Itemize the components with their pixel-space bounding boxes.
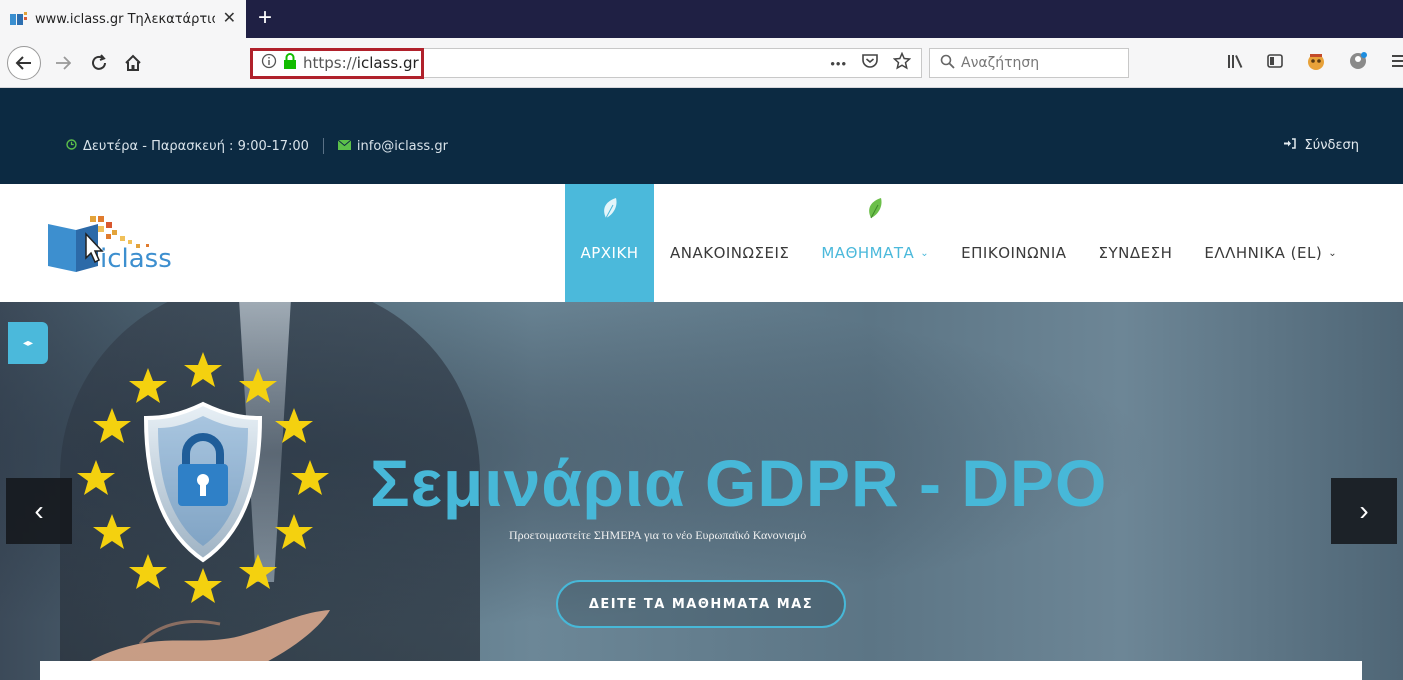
sign-in-icon <box>1284 138 1300 153</box>
browser-toolbar: https://iclass.gr ••• Αναζήτηση <box>0 38 1403 88</box>
library-icon[interactable] <box>1226 52 1244 75</box>
menu-icon[interactable] <box>1390 52 1403 75</box>
slider-next-button[interactable]: › <box>1331 478 1397 544</box>
clock-icon <box>66 139 77 153</box>
lock-icon[interactable] <box>283 52 297 74</box>
menu-label: ΑΝΑΚΟΙΝΩΣΕΙΣ <box>670 244 790 262</box>
forward-arrow-icon[interactable] <box>50 49 76 77</box>
url-text[interactable]: https://iclass.gr <box>303 54 419 72</box>
menu-label: ΜΑΘΗΜΑΤΑ <box>821 244 915 262</box>
menu-item-home[interactable]: ΑΡΧΙΚΗ <box>565 184 654 302</box>
hero-slider: ◂▸ ‹ › Σεμινάρια GDPR - DPO Προετοιμαστε… <box>0 302 1403 680</box>
menu-label: ΣΥΝΔΕΣΗ <box>1098 244 1173 262</box>
tab-title: www.iclass.gr Τηλεκατάρτιση - <box>35 11 215 27</box>
sidebar-icon[interactable] <box>1266 52 1284 75</box>
leaf-icon <box>600 196 620 222</box>
contact-email-link[interactable]: info@iclass.gr <box>357 139 448 154</box>
search-icon <box>940 54 955 73</box>
pocket-icon[interactable] <box>861 52 879 75</box>
content-box-top-edge <box>40 661 1362 680</box>
menu-item-login[interactable]: ΣΥΝΔΕΣΗ <box>1083 184 1189 302</box>
new-tab-button[interactable]: + <box>258 4 272 32</box>
url-bar[interactable]: https://iclass.gr ••• <box>250 48 922 78</box>
reload-icon[interactable] <box>86 49 112 77</box>
envelope-icon <box>337 139 352 153</box>
account-icon[interactable] <box>1348 51 1368 76</box>
login-link[interactable]: Σύνδεση <box>1284 138 1359 153</box>
star-icon[interactable] <box>892 51 912 75</box>
chevron-down-icon: ⌄ <box>920 247 930 259</box>
menu-label: ΑΡΧΙΚΗ <box>580 244 639 262</box>
logo-text: iclass <box>100 244 172 274</box>
site-header: iclass ΑΡΧΙΚΗ ΑΝΑΚΟΙΝΩΣΕΙΣ ΜΑΘΗΜΑΤΑ ⌄ ΕΠ… <box>0 184 1403 302</box>
search-input[interactable]: Αναζήτηση <box>929 48 1129 78</box>
menu-item-contact[interactable]: ΕΠΙΚΟΙΝΩΝΙΑ <box>945 184 1082 302</box>
page-actions-menu-icon[interactable]: ••• <box>830 56 847 71</box>
contact-info: Δευτέρα - Παρασκευή : 9:00-17:00 info@ic… <box>66 138 448 154</box>
leaf-icon <box>865 196 885 222</box>
tab-close-icon[interactable]: ✕ <box>223 9 236 29</box>
iclass-favicon-icon <box>10 12 28 26</box>
divider <box>322 138 324 154</box>
url-host: iclass.gr <box>356 54 419 72</box>
slider-prev-button[interactable]: ‹ <box>6 478 72 544</box>
view-courses-button[interactable]: ΔΕΙΤΕ ΤΑ ΜΑΘΗΜΑΤΑ ΜΑΣ <box>556 580 846 628</box>
url-protocol: https:// <box>303 54 357 72</box>
menu-item-courses[interactable]: ΜΑΘΗΜΑΤΑ ⌄ <box>805 184 945 302</box>
iclass-logo[interactable]: iclass <box>46 214 176 274</box>
hero-title: Σεμινάρια GDPR - DPO <box>370 446 1108 520</box>
side-panel-toggle-button[interactable]: ◂▸ <box>8 322 48 364</box>
search-placeholder: Αναζήτηση <box>961 55 1040 71</box>
menu-label: ΕΠΙΚΟΙΝΩΝΙΑ <box>961 244 1067 262</box>
menu-item-language[interactable]: ΕΛΛΗΝΙΚΑ (EL) ⌄ <box>1188 184 1353 302</box>
main-menu: ΑΡΧΙΚΗ ΑΝΑΚΟΙΝΩΣΕΙΣ ΜΑΘΗΜΑΤΑ ⌄ ΕΠΙΚΟΙΝΩΝ… <box>565 184 1353 302</box>
hero-subtitle: Προετοιμαστείτε ΣΗΜΕΡΑ για το νέο Ευρωπα… <box>509 528 807 542</box>
browser-tab-strip: www.iclass.gr Τηλεκατάρτιση - ✕ + <box>0 0 1403 38</box>
menu-label: ΕΛΛΗΝΙΚΑ (EL) <box>1204 244 1323 262</box>
url-actions: ••• <box>830 51 912 75</box>
toolbar-icons <box>1226 49 1403 77</box>
chevron-down-icon: ⌄ <box>1328 247 1338 259</box>
browser-tab[interactable]: www.iclass.gr Τηλεκατάρτιση - ✕ <box>0 0 246 38</box>
login-label: Σύνδεση <box>1304 138 1359 153</box>
extension-icon[interactable] <box>1306 51 1326 76</box>
menu-item-announcements[interactable]: ΑΝΑΚΟΙΝΩΣΕΙΣ <box>654 184 805 302</box>
back-arrow-icon[interactable] <box>7 46 41 80</box>
site-topbar: Δευτέρα - Παρασκευή : 9:00-17:00 info@ic… <box>0 88 1403 184</box>
home-icon[interactable] <box>120 49 146 77</box>
opening-hours: Δευτέρα - Παρασκευή : 9:00-17:00 <box>83 138 309 154</box>
info-icon[interactable] <box>261 53 277 74</box>
